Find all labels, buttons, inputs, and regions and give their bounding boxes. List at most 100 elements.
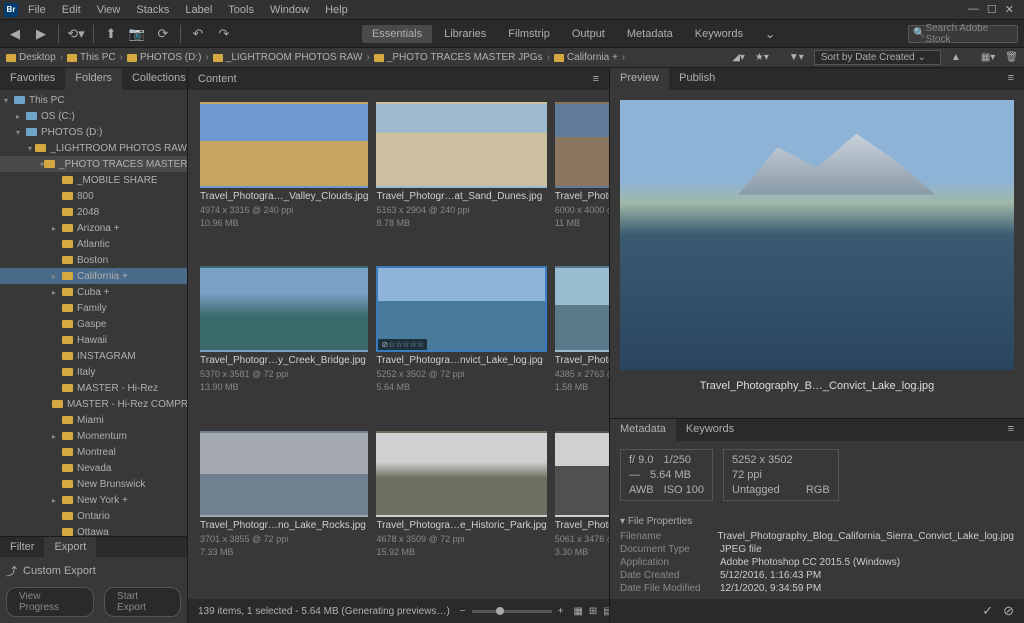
thumbnail-image[interactable] <box>555 431 609 517</box>
folder-node[interactable]: ▸OS (C:) <box>0 108 187 124</box>
folder-node[interactable]: 800 <box>0 188 187 204</box>
folder-node[interactable]: MASTER - Hi-Rez COMPRESSED <box>0 396 187 412</box>
star-filter-icon[interactable]: ★▾ <box>755 52 769 63</box>
workspace-tab-essentials[interactable]: Essentials <box>362 25 432 43</box>
menu-edit[interactable]: Edit <box>54 2 89 18</box>
refresh-icon[interactable]: ⟳ <box>154 25 172 43</box>
folder-node[interactable]: ▸Momentum <box>0 428 187 444</box>
folder-node[interactable]: Montreal <box>0 444 187 460</box>
tab-preview[interactable]: Preview <box>610 68 669 90</box>
folder-node[interactable]: ▾PHOTOS (D:) <box>0 124 187 140</box>
thumbnail-item[interactable]: Travel_Photogra…Zabriskie_Point.jpg6000 … <box>555 102 609 258</box>
workspace-tab-metadata[interactable]: Metadata <box>617 25 683 43</box>
menu-label[interactable]: Label <box>177 2 220 18</box>
sort-asc-icon[interactable]: ▲ <box>951 52 961 63</box>
folder-node[interactable]: MASTER - Hi-Rez <box>0 380 187 396</box>
workspace-dropdown-icon[interactable]: ⌄ <box>761 25 779 43</box>
breadcrumb-item[interactable]: _PHOTO TRACES MASTER JPGs <box>374 52 543 63</box>
menu-file[interactable]: File <box>20 2 54 18</box>
folder-node[interactable]: Hawaii <box>0 332 187 348</box>
workspace-tab-keywords[interactable]: Keywords <box>685 25 753 43</box>
thumbnail-item[interactable]: Travel_Photogr…at_Sand_Dunes.jpg5163 x 2… <box>376 102 546 258</box>
folder-node[interactable]: Boston <box>0 252 187 268</box>
breadcrumb-item[interactable]: This PC <box>67 52 116 63</box>
content-menu-icon[interactable]: ≡ <box>593 73 599 85</box>
tab-collections[interactable]: Collections <box>122 68 196 90</box>
new-folder-icon[interactable]: ▦▾ <box>981 52 995 63</box>
folder-node[interactable]: New Brunswick <box>0 476 187 492</box>
sort-select[interactable]: Sort by Date Created ⌄ <box>814 50 941 65</box>
folder-node[interactable]: ▸California + <box>0 268 187 284</box>
forward-button[interactable]: ▶ <box>32 25 50 43</box>
tab-publish[interactable]: Publish <box>669 68 725 90</box>
view-progress-button[interactable]: View Progress <box>6 587 94 617</box>
tab-metadata[interactable]: Metadata <box>610 419 676 441</box>
apply-metadata-button[interactable]: ✓ <box>982 603 993 619</box>
filter-icon[interactable]: ◢▾ <box>732 52 745 63</box>
folder-node[interactable]: INSTAGRAM <box>0 348 187 364</box>
folder-node[interactable]: Nevada <box>0 460 187 476</box>
folder-node[interactable]: Miami <box>0 412 187 428</box>
tab-export[interactable]: Export <box>44 537 96 557</box>
breadcrumb-item[interactable]: PHOTOS (D:) <box>127 52 201 63</box>
breadcrumb-item[interactable]: California + <box>554 52 618 63</box>
zoom-out-button[interactable]: − <box>460 606 466 617</box>
workspace-tab-output[interactable]: Output <box>562 25 615 43</box>
folder-node[interactable]: ▸Arizona + <box>0 220 187 236</box>
thumbnail-image[interactable] <box>200 102 368 188</box>
zoom-in-button[interactable]: + <box>558 606 564 617</box>
thumbnail-size-slider[interactable] <box>472 610 552 613</box>
thumbnail-item[interactable]: Travel_Photogr…ains_June_Lake.jpg5061 x … <box>555 431 609 587</box>
menu-stacks[interactable]: Stacks <box>128 2 177 18</box>
trash-icon[interactable]: 🗑 <box>1005 52 1018 63</box>
panel-menu-icon[interactable]: ≡ <box>998 68 1024 90</box>
camera-icon[interactable]: 📷 <box>128 25 146 43</box>
thumbnail-image[interactable] <box>376 431 546 517</box>
tab-keywords[interactable]: Keywords <box>676 419 744 441</box>
thumbnail-item[interactable]: Travel_Photogra…_Valley_Clouds.jpg4974 x… <box>200 102 368 258</box>
folder-node[interactable]: ▸New York + <box>0 492 187 508</box>
maximize-button[interactable]: ☐ <box>987 3 997 16</box>
grid-lock-icon[interactable]: ⊞ <box>589 606 597 617</box>
folder-node[interactable]: ▾This PC <box>0 92 187 108</box>
folder-node[interactable]: Ontario <box>0 508 187 524</box>
breadcrumb-item[interactable]: _LIGHTROOM PHOTOS RAW <box>213 52 363 63</box>
rotate-cw-icon[interactable]: ↷ <box>215 25 233 43</box>
menu-tools[interactable]: Tools <box>220 2 262 18</box>
thumbnail-image[interactable] <box>376 102 546 188</box>
folder-node[interactable]: Italy <box>0 364 187 380</box>
folder-node[interactable]: Family <box>0 300 187 316</box>
tab-favorites[interactable]: Favorites <box>0 68 65 90</box>
thumbnail-item[interactable]: Travel_Photogr…no_Lake_Rocks.jpg3701 x 3… <box>200 431 368 587</box>
folder-node[interactable]: Ottawa <box>0 524 187 536</box>
thumbnail-image[interactable] <box>555 102 609 188</box>
upload-icon[interactable]: ⬆ <box>102 25 120 43</box>
thumbnail-item[interactable]: Travel_Photogra…ke_Reflections.jpg4385 x… <box>555 266 609 422</box>
thumbnail-item[interactable]: Travel_Photogr…y_Creek_Bridge.jpg5370 x … <box>200 266 368 422</box>
rotate-ccw-icon[interactable]: ↶ <box>189 25 207 43</box>
menu-window[interactable]: Window <box>262 2 317 18</box>
minimize-button[interactable]: — <box>968 3 979 16</box>
thumbnail-item[interactable]: ⊘☆☆☆☆☆Travel_Photogra…nvict_Lake_log.jpg… <box>376 266 546 422</box>
thumbnail-grid[interactable]: Travel_Photogra…_Valley_Clouds.jpg4974 x… <box>188 90 609 599</box>
back-button[interactable]: ◀ <box>6 25 24 43</box>
file-properties-header[interactable]: ▾ File Properties <box>620 513 1014 530</box>
workspace-tab-filmstrip[interactable]: Filmstrip <box>498 25 560 43</box>
close-button[interactable]: ✕ <box>1005 3 1014 16</box>
menu-view[interactable]: View <box>89 2 129 18</box>
workspace-tab-libraries[interactable]: Libraries <box>434 25 496 43</box>
preview-image[interactable] <box>620 100 1014 370</box>
recent-dropdown[interactable]: ⟲▾ <box>67 25 85 43</box>
grid-view-icon[interactable]: ▦ <box>573 606 582 617</box>
folder-node[interactable]: _MOBILE SHARE <box>0 172 187 188</box>
menu-help[interactable]: Help <box>317 2 356 18</box>
cancel-metadata-button[interactable]: ⊘ <box>1003 603 1014 619</box>
folder-node[interactable]: Gaspe <box>0 316 187 332</box>
search-input[interactable]: 🔍 Search Adobe Stock <box>908 25 1018 43</box>
tab-folders[interactable]: Folders <box>65 68 122 90</box>
thumbnail-item[interactable]: Travel_Photogra…e_Historic_Park.jpg4678 … <box>376 431 546 587</box>
breadcrumb-item[interactable]: Desktop <box>6 52 56 63</box>
thumbnail-image[interactable] <box>555 266 609 352</box>
rating-row[interactable]: ⊘☆☆☆☆☆ <box>378 339 427 350</box>
thumbnail-image[interactable]: ⊘☆☆☆☆☆ <box>376 266 546 352</box>
